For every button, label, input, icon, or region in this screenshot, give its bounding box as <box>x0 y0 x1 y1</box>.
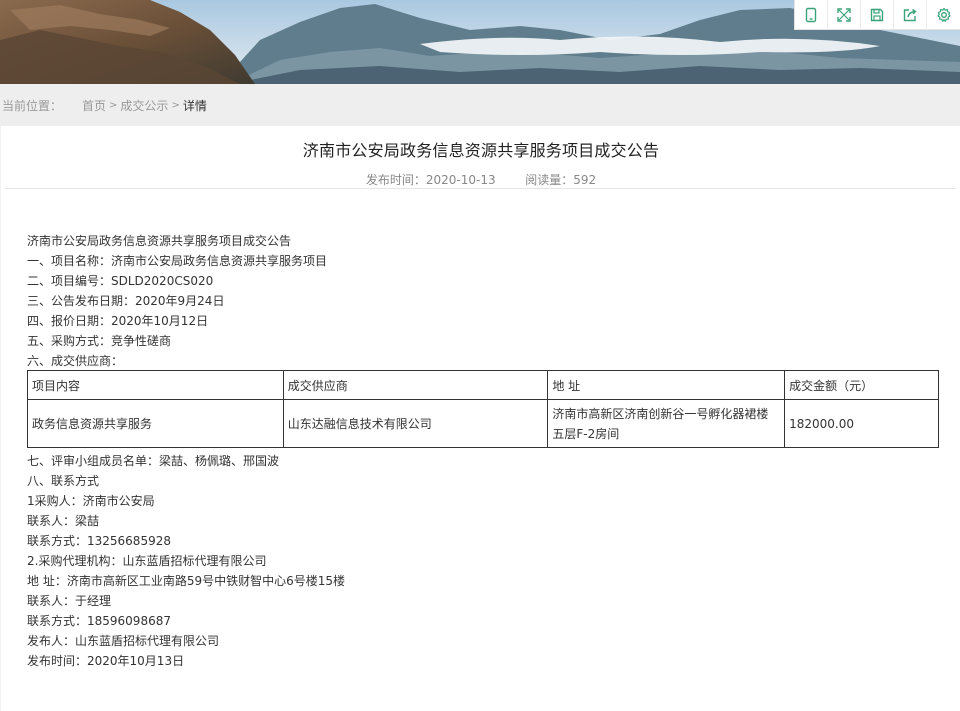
breadcrumb-section-link[interactable]: 成交公示 <box>120 97 168 114</box>
publish-date: 发布时间：2020年10月13日 <box>27 654 185 668</box>
contact-heading: 八、联系方式 <box>27 474 100 488</box>
breadcrumb-current: 详情 <box>182 98 207 113</box>
supplier-heading: 六、成交供应商： <box>27 354 124 368</box>
share-icon <box>903 8 917 22</box>
table-cell-supplier: 山东达融信息技术有限公司 <box>282 399 549 448</box>
breadcrumb-home-link[interactable]: 首页 <box>82 97 106 114</box>
breadcrumb: 当前位置： 首页 > 成交公示 > 详情 <box>0 84 960 126</box>
breadcrumb-separator-icon: > <box>109 99 118 111</box>
agency: 2.采购代理机构：山东蓝盾招标代理有限公司 <box>27 554 267 568</box>
settings-icon <box>936 7 951 22</box>
publish-time-value: 2020-10-13 <box>425 173 496 187</box>
buyer-phone: 联系方式：13256685928 <box>27 534 171 548</box>
fullscreen-icon <box>837 8 851 22</box>
save-icon <box>870 8 884 22</box>
table-header-row: 项目内容 成交供应商 地 址 成交金额（元） <box>27 370 939 400</box>
read-count-label: 阅读量： <box>525 173 574 187</box>
body-heading: 济南市公安局政务信息资源共享服务项目成交公告 <box>27 234 292 248</box>
table-header-cell: 地 址 <box>547 370 786 400</box>
procurement-method: 五、采购方式：竞争性磋商 <box>27 334 172 348</box>
announce-date: 三、公告发布日期：2020年9月24日 <box>27 294 225 308</box>
publish-time-label: 发布时间： <box>365 173 426 187</box>
agency-contact: 联系人：于经理 <box>27 594 112 608</box>
buyer-contact: 联系人：梁喆 <box>27 514 100 528</box>
agency-phone: 联系方式：18596098687 <box>27 614 171 628</box>
agency-address: 地 址：济南市高新区工业南路59号中铁财智中心6号楼15楼 <box>27 574 345 588</box>
breadcrumb-prefix: 当前位置： <box>2 98 63 113</box>
project-name: 一、项目名称：济南市公安局政务信息资源共享服务项目 <box>27 254 328 268</box>
table-cell-amount: 182000.00 <box>784 399 939 448</box>
quote-date: 四、报价日期：2020年10月12日 <box>27 314 209 328</box>
tablet-icon <box>805 7 817 23</box>
article-container: 济南市公安局政务信息资源共享服务项目成交公告 发布时间：2020-10-13 阅… <box>0 126 960 711</box>
committee-members: 七、评审小组成员名单：梁喆、杨佩璐、邢国波 <box>27 454 280 468</box>
share-button[interactable] <box>894 0 927 30</box>
table-header-cell: 成交金额（元） <box>784 370 939 400</box>
table-header-cell: 成交供应商 <box>282 370 549 400</box>
table-cell-content: 政务信息资源共享服务 <box>27 399 284 448</box>
table-cell-address: 济南市高新区济南创新谷一号孵化器裙楼五层F-2房间 <box>547 399 786 448</box>
table-row: 政务信息资源共享服务 山东达融信息技术有限公司 济南市高新区济南创新谷一号孵化器… <box>27 399 939 448</box>
buyer: 1采购人：济南市公安局 <box>27 494 155 508</box>
tablet-button[interactable] <box>795 0 828 30</box>
award-table: 项目内容 成交供应商 地 址 成交金额（元） 政务信息资源共享服务 山东达融信息… <box>27 370 939 448</box>
breadcrumb-separator-icon: > <box>171 99 180 111</box>
page-toolbar <box>794 0 960 30</box>
save-button[interactable] <box>861 0 894 30</box>
table-header-cell: 项目内容 <box>27 370 284 400</box>
settings-button[interactable] <box>927 0 960 30</box>
project-number: 二、项目编号：SDLD2020CS020 <box>27 274 214 288</box>
article-meta: 发布时间：2020-10-13 阅读量：592 <box>1 171 960 188</box>
publisher: 发布人：山东蓝盾招标代理有限公司 <box>27 634 220 648</box>
read-count-value: 592 <box>573 173 597 187</box>
page-title: 济南市公安局政务信息资源共享服务项目成交公告 <box>302 141 660 160</box>
fullscreen-button[interactable] <box>828 0 861 30</box>
title-divider <box>5 188 956 189</box>
